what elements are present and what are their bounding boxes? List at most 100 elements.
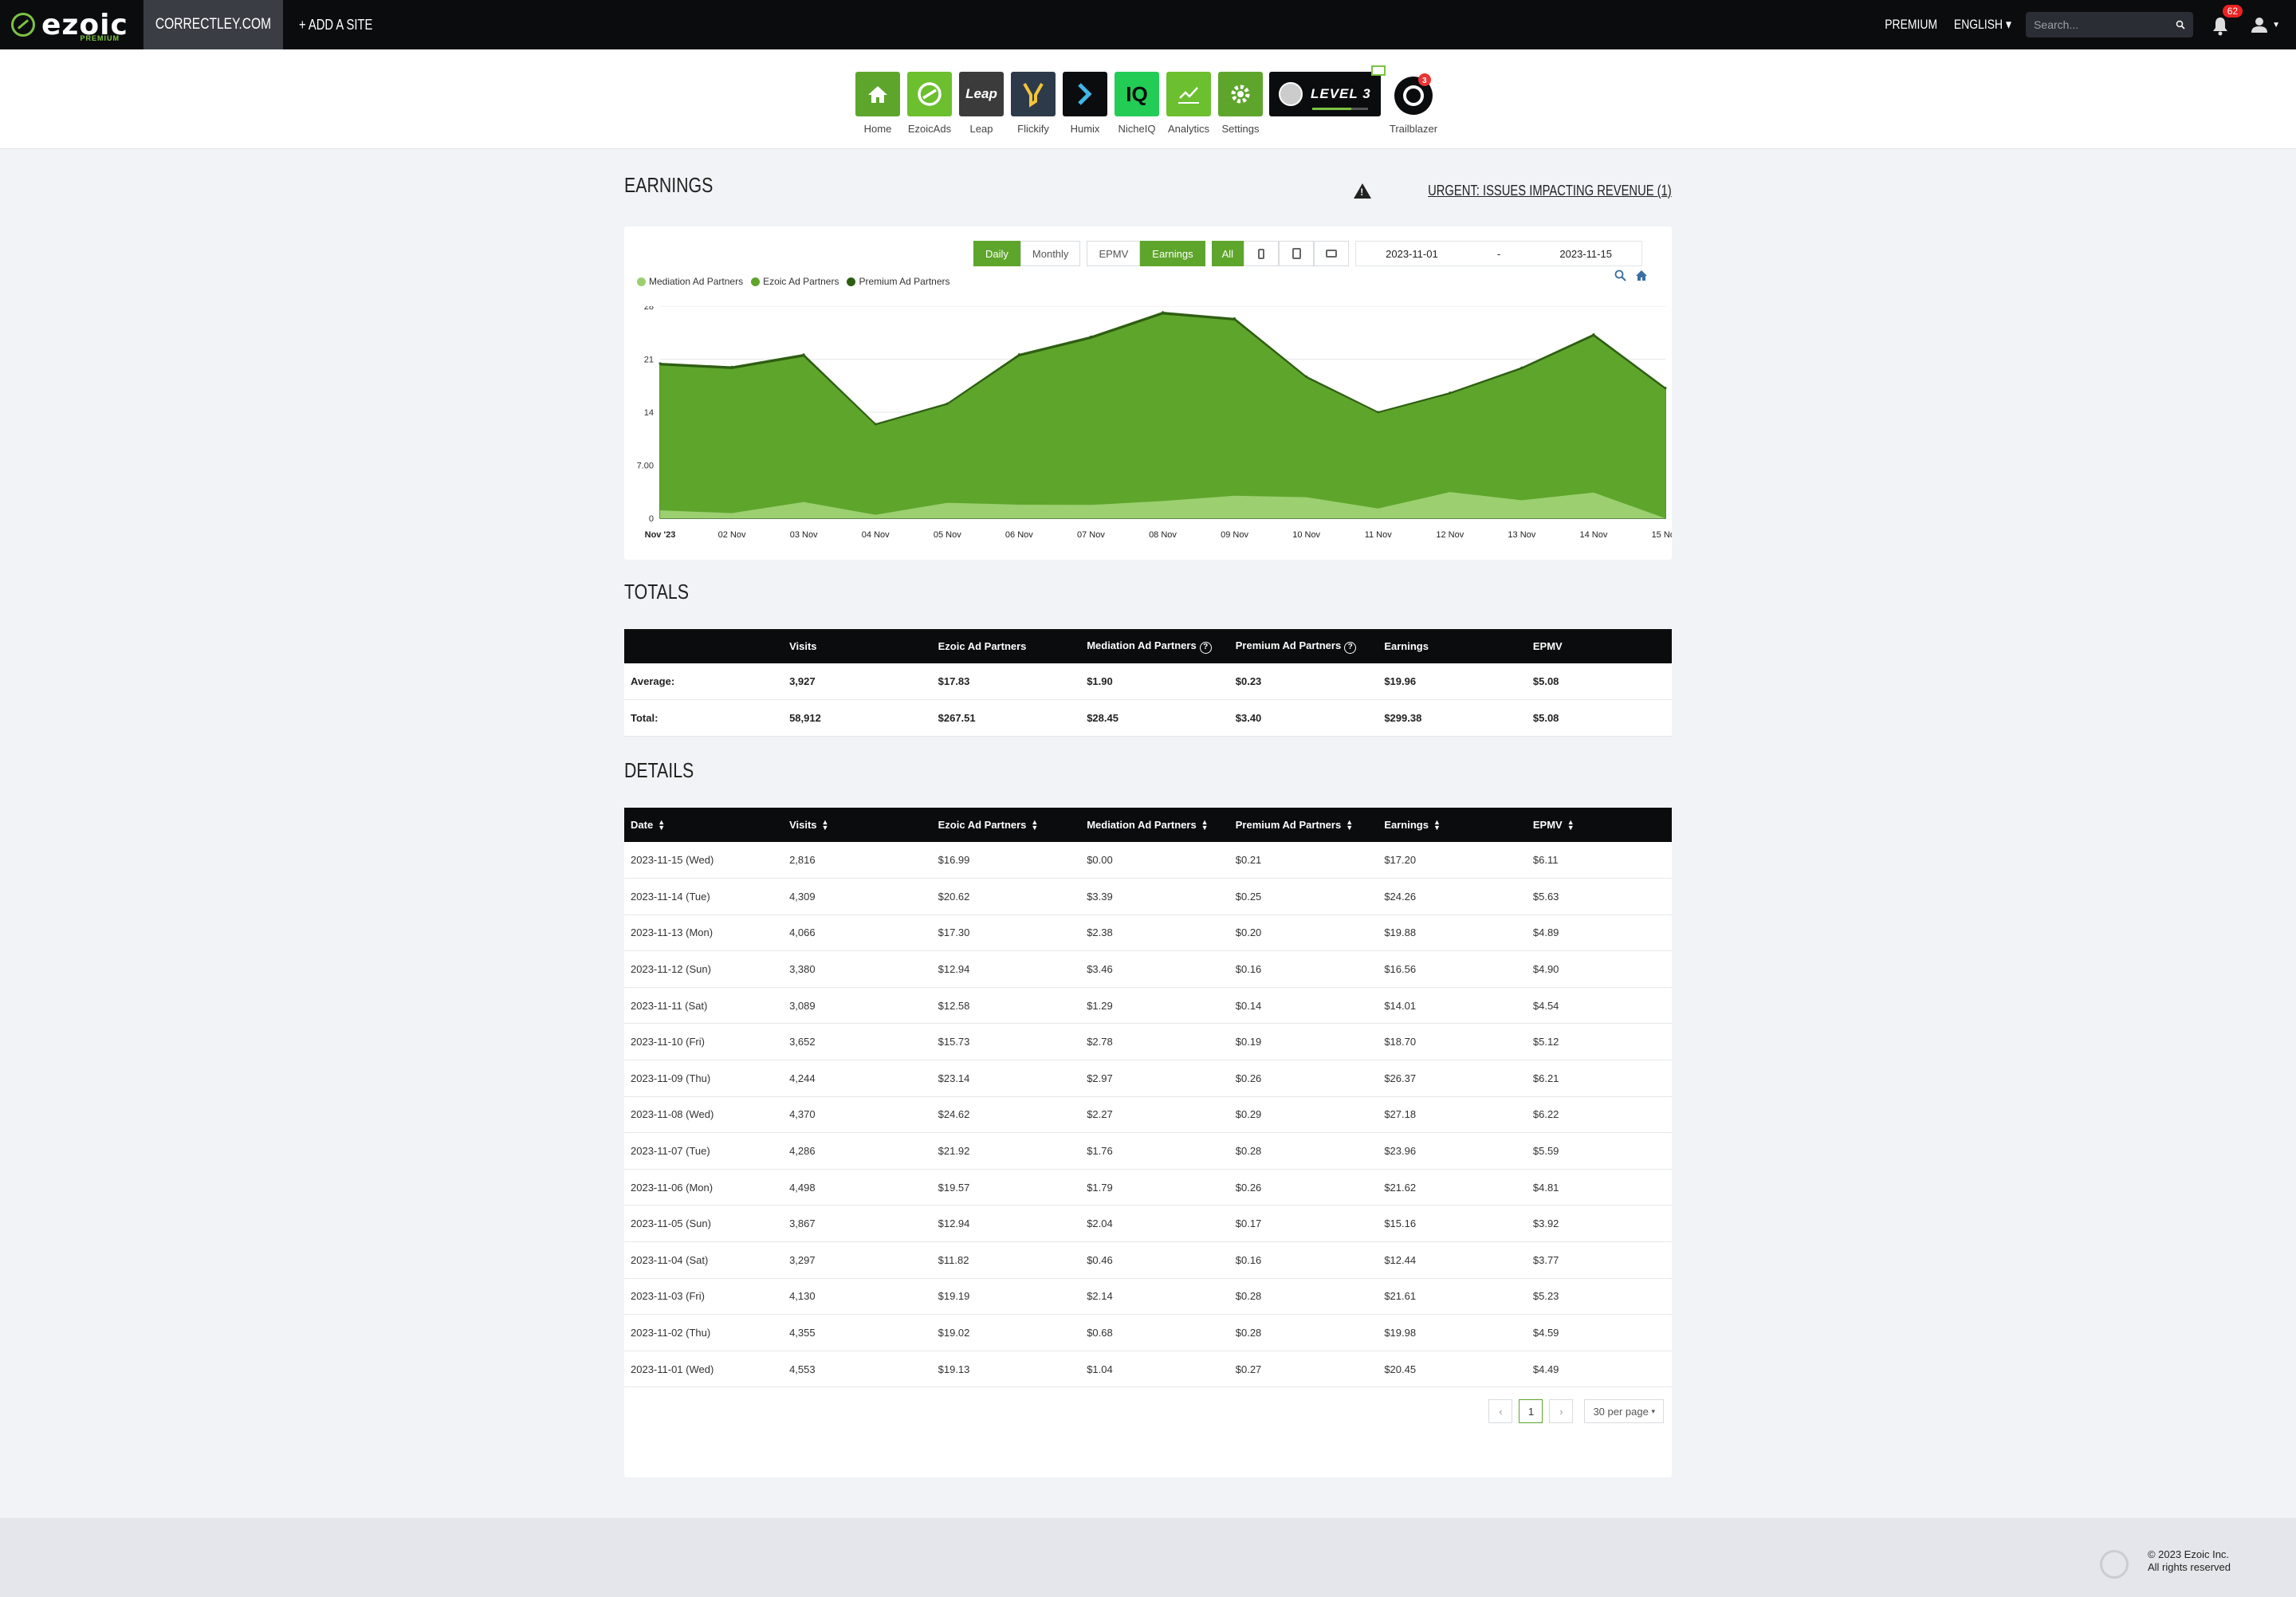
desktop-button[interactable] <box>1314 241 1350 266</box>
daily-button[interactable]: Daily <box>973 241 1020 266</box>
ezoic-footer-logo-icon <box>2100 1550 2129 1579</box>
header-visits: Visits <box>783 629 932 663</box>
data-point <box>1520 366 1523 369</box>
epmv-button[interactable]: EPMV <box>1087 241 1141 266</box>
help-icon[interactable]: ? <box>1199 641 1212 654</box>
earnings-button[interactable]: Earnings <box>1140 241 1205 266</box>
premium-link[interactable]: PREMIUM <box>1885 17 1937 33</box>
cell-epmv: $5.12 <box>1526 1023 1672 1061</box>
x-tick-label: 05 Nov <box>934 530 961 540</box>
next-page-button[interactable]: › <box>1549 1399 1574 1423</box>
header-visits[interactable]: Visits ▲ ▼ <box>783 808 932 842</box>
cell-date: 2023-11-13 (Mon) <box>624 915 784 952</box>
legend-premium[interactable]: Premium Ad Partners <box>847 276 950 287</box>
data-point <box>802 353 805 356</box>
cell-mediation-ad-partners: $3.46 <box>1080 950 1229 988</box>
cell-premium-ad-partners: $0.28 <box>1229 1132 1378 1170</box>
header-mediation-ad-partners[interactable]: Mediation Ad Partners ▲ ▼ <box>1080 808 1229 842</box>
per-page-select[interactable]: 30 per page ▾ <box>1584 1399 1664 1423</box>
cell-earnings: $19.88 <box>1378 915 1527 952</box>
monthly-button[interactable]: Monthly <box>1020 241 1081 266</box>
tablet-button[interactable] <box>1279 241 1315 266</box>
reset-zoom-home-icon[interactable] <box>1635 269 1648 282</box>
cell-premium-ad-partners: $0.14 <box>1229 987 1378 1025</box>
add-site-link[interactable]: + ADD A SITE <box>299 17 372 33</box>
page-1-button[interactable]: 1 <box>1519 1399 1543 1423</box>
cell-earnings: $18.70 <box>1378 1023 1527 1061</box>
search-input[interactable]: Search... <box>2026 12 2194 37</box>
cell-visits: 4,286 <box>783 1132 932 1170</box>
date-range-picker[interactable]: 2023-11-01 - 2023-11-15 <box>1355 241 1643 266</box>
sort-icon[interactable]: ▲ ▼ <box>1201 819 1209 832</box>
level-badge[interactable]: LEVEL 3 <box>1269 65 1386 116</box>
app-settings[interactable]: Settings <box>1218 72 1263 135</box>
site-selector[interactable]: CORRECTLEY.COM <box>144 0 283 49</box>
end-date[interactable]: 2023-11-15 <box>1559 248 1612 260</box>
cell-epmv: $3.92 <box>1526 1205 1672 1243</box>
cell-mediation-ad-partners: $1.79 <box>1080 1169 1229 1206</box>
header-date[interactable]: Date ▲ ▼ <box>624 808 784 842</box>
mobile-button[interactable] <box>1244 241 1280 266</box>
nicheiq-icon: IQ <box>1115 72 1159 116</box>
zoom-icon[interactable] <box>1614 269 1627 282</box>
cell-epmv: $5.08 <box>1526 663 1672 701</box>
prev-page-button[interactable]: ‹ <box>1488 1399 1513 1423</box>
legend-mediation[interactable]: Mediation Ad Partners <box>637 276 743 287</box>
cell-ezoic-ad-partners: $19.19 <box>931 1278 1081 1316</box>
cell-epmv: $6.21 <box>1526 1060 1672 1097</box>
sort-icon[interactable]: ▲ ▼ <box>1567 819 1575 832</box>
sort-icon[interactable]: ▲ ▼ <box>658 819 665 832</box>
notifications-button[interactable]: 62 <box>2211 5 2243 37</box>
cell-earnings: $20.45 <box>1378 1351 1527 1388</box>
cell-date: 2023-11-04 (Sat) <box>624 1241 784 1279</box>
cell-epmv: $4.59 <box>1526 1314 1672 1351</box>
cell-earnings: $26.37 <box>1378 1060 1527 1097</box>
trailblazer-icon: 3 <box>1394 73 1433 115</box>
cell-mediation-ad-partners: $0.00 <box>1080 842 1229 879</box>
x-tick-label: 02 Nov <box>718 530 746 540</box>
user-menu[interactable]: ▼ <box>2251 16 2280 33</box>
sort-icon[interactable]: ▲ ▼ <box>1346 819 1353 832</box>
cell-label: Total: <box>624 699 784 737</box>
cell-earnings: $19.98 <box>1378 1314 1527 1351</box>
header-ezoic-ad-partners[interactable]: Ezoic Ad Partners ▲ ▼ <box>931 808 1081 842</box>
details-title: DETAILS <box>624 758 694 782</box>
cell-earnings: $24.26 <box>1378 878 1527 915</box>
start-date[interactable]: 2023-11-01 <box>1386 248 1438 260</box>
legend-ezoic[interactable]: Ezoic Ad Partners <box>751 276 839 287</box>
header-epmv: EPMV <box>1526 629 1672 663</box>
urgent-issues-link[interactable]: URGENT: ISSUES IMPACTING REVENUE (1) <box>1354 183 1672 199</box>
data-point <box>1449 391 1452 395</box>
help-icon[interactable]: ? <box>1344 641 1357 654</box>
table-row: 2023-11-07 (Tue) 4,286 $21.92 $1.76 $0.28 $23… <box>624 1132 1672 1170</box>
x-tick-label: Nov '23 <box>645 530 676 540</box>
all-devices-button[interactable]: All <box>1211 241 1244 266</box>
header-epmv[interactable]: EPMV ▲ ▼ <box>1526 808 1672 842</box>
cell-epmv: $4.49 <box>1526 1351 1672 1388</box>
app-bar: Home EzoicAds Leap Leap Flickify Humix I… <box>0 49 2296 149</box>
ezoic-logo[interactable]: ezoic PREMIUM <box>0 0 144 49</box>
user-icon <box>2251 18 2268 33</box>
sort-icon[interactable]: ▲ ▼ <box>1031 819 1038 832</box>
header-premium-ad-partners[interactable]: Premium Ad Partners ▲ ▼ <box>1229 808 1378 842</box>
header-earnings[interactable]: Earnings ▲ ▼ <box>1378 808 1527 842</box>
ezoic-logo-icon <box>11 13 35 37</box>
sort-icon[interactable]: ▲ ▼ <box>1433 819 1441 832</box>
cell-date: 2023-11-10 (Fri) <box>624 1023 784 1061</box>
sort-icon[interactable]: ▲ ▼ <box>822 819 829 832</box>
chart-legend: Mediation Ad Partners Ezoic Ad Partners … <box>637 276 958 287</box>
data-point <box>730 365 733 368</box>
cell-premium-ad-partners: $0.16 <box>1229 950 1378 988</box>
language-select[interactable]: ENGLISH ▾ <box>1954 17 2011 33</box>
data-point <box>1377 411 1380 414</box>
table-row: 2023-11-12 (Sun) 3,380 $12.94 $3.46 $0.16 $16… <box>624 950 1672 988</box>
cell-ezoic-ad-partners: $12.94 <box>931 1205 1081 1243</box>
table-row: Total: 58,912 $267.51 $28.45 $3.40 $299.38 $5.… <box>624 699 1672 737</box>
app-trailblazer[interactable]: 3 Trailblazer <box>1390 72 1437 135</box>
data-point <box>1017 353 1020 356</box>
level-label: LEVEL 3 <box>1311 86 1371 101</box>
home-icon <box>868 86 887 103</box>
cell-epmv: $4.54 <box>1526 987 1672 1025</box>
cell-visits: 4,244 <box>783 1060 932 1097</box>
cell-ezoic-ad-partners: $12.58 <box>931 987 1081 1025</box>
